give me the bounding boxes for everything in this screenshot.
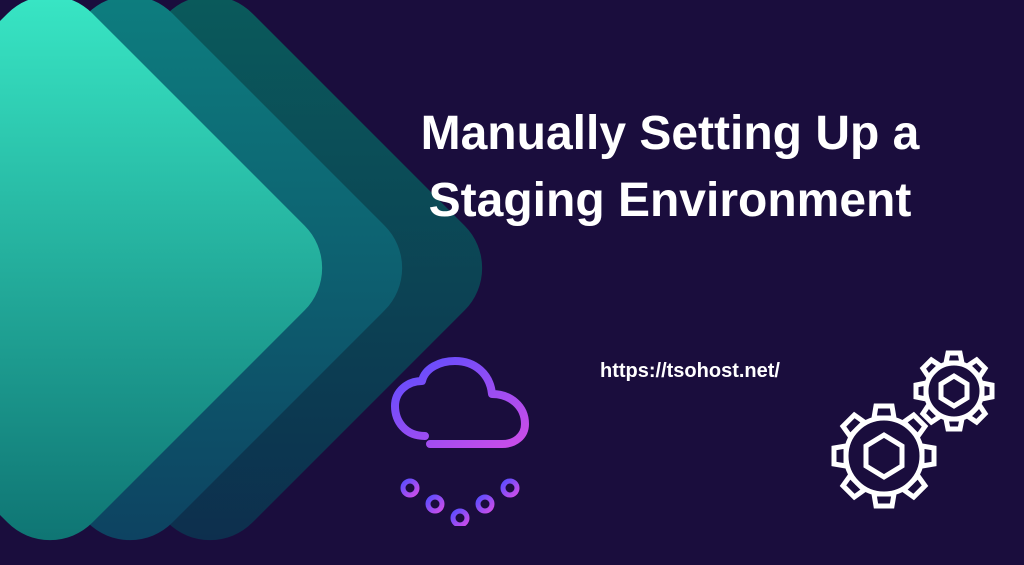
settings-gears-icon <box>829 341 1009 521</box>
url-label: https://tsohost.net/ <box>600 360 780 383</box>
cloud-network-icon <box>380 356 560 526</box>
page-title: Manually Setting Up a Staging Environmen… <box>390 100 950 234</box>
